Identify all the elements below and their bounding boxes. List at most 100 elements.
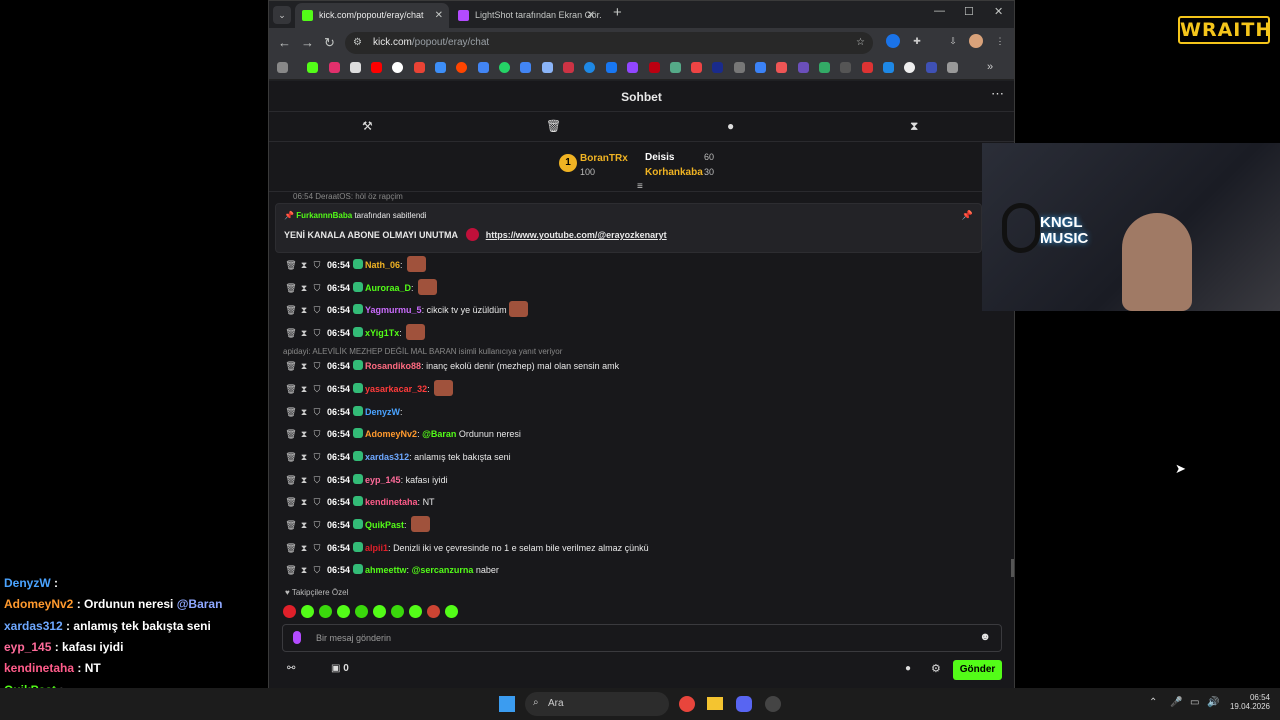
google-bookmark-icon[interactable] bbox=[392, 62, 403, 73]
trash-icon[interactable]: 🗑 bbox=[285, 379, 297, 399]
bookmark-icon[interactable] bbox=[819, 62, 830, 73]
facebook-bookmark-icon[interactable] bbox=[606, 62, 617, 73]
hourglass-icon[interactable]: ⧗ bbox=[298, 300, 310, 320]
trash-icon[interactable]: 🗑 bbox=[285, 492, 297, 512]
message-username[interactable]: ahmeettw bbox=[365, 565, 407, 575]
hourglass-icon[interactable]: ⧗ bbox=[298, 255, 310, 275]
file-explorer-icon[interactable] bbox=[707, 697, 723, 710]
scrollbar[interactable] bbox=[1011, 559, 1014, 577]
chat-bubble-icon[interactable]: ● bbox=[727, 119, 734, 133]
hourglass-icon[interactable]: ⧗ bbox=[298, 470, 310, 490]
hourglass-icon[interactable]: ⧗ bbox=[298, 515, 310, 535]
emote-icon[interactable] bbox=[391, 605, 404, 618]
message-username[interactable]: xardas312 bbox=[365, 452, 409, 462]
bookmark-icon[interactable] bbox=[584, 62, 595, 73]
start-icon[interactable] bbox=[499, 696, 515, 712]
emote-icon[interactable] bbox=[355, 605, 368, 618]
youtube-bookmark-icon[interactable] bbox=[371, 62, 382, 73]
message-username[interactable]: QuikPast bbox=[365, 520, 404, 530]
shield-icon[interactable]: ⛉ bbox=[311, 278, 323, 298]
twitch-bookmark-icon[interactable] bbox=[627, 62, 638, 73]
profile-avatar[interactable] bbox=[969, 34, 983, 48]
bookmark-icon[interactable] bbox=[798, 62, 809, 73]
hourglass-icon[interactable]: ⧗ bbox=[298, 492, 310, 512]
tab-lightshot[interactable]: LightShot tarafından Ekran Gör... ✕ bbox=[451, 3, 601, 28]
bookmark-icon[interactable] bbox=[435, 62, 446, 73]
hourglass-icon[interactable]: ⧗ bbox=[298, 538, 310, 558]
trash-icon[interactable]: 🗑 bbox=[285, 560, 297, 580]
trash-icon[interactable]: 🗑 bbox=[285, 300, 297, 320]
more-bookmarks-icon[interactable]: » bbox=[987, 61, 993, 73]
link-icon[interactable]: ⚯ bbox=[287, 663, 295, 674]
shield-icon[interactable]: ⛉ bbox=[311, 300, 323, 320]
hourglass-icon[interactable]: ⧗ bbox=[298, 424, 310, 444]
pinned-link[interactable]: https://www.youtube.com/@erayozkenaryt bbox=[486, 230, 667, 240]
hourglass-icon[interactable]: ⧗ bbox=[298, 379, 310, 399]
reddit-bookmark-icon[interactable] bbox=[456, 62, 467, 73]
leader-name[interactable]: BoranTRx bbox=[580, 153, 628, 164]
chrome-taskbar-icon[interactable] bbox=[679, 696, 695, 712]
trash-icon[interactable]: 🗑 bbox=[285, 515, 297, 535]
close-window-icon[interactable]: ✕ bbox=[994, 5, 1003, 18]
trash-icon[interactable]: 🗑 bbox=[285, 538, 297, 558]
message-username[interactable]: xYig1Tx bbox=[365, 328, 399, 338]
close-tab-icon[interactable]: ✕ bbox=[587, 3, 595, 28]
shield-icon[interactable]: ⛉ bbox=[311, 323, 323, 343]
message-username[interactable]: Rosandiko88 bbox=[365, 361, 421, 371]
message-username[interactable]: DenyzW bbox=[365, 407, 400, 417]
bookmark-icon[interactable] bbox=[712, 62, 723, 73]
hourglass-icon[interactable]: ⧗ bbox=[298, 278, 310, 298]
trash-icon[interactable]: 🗑 bbox=[285, 323, 297, 343]
shield-icon[interactable]: ⛉ bbox=[311, 538, 323, 558]
message-username[interactable]: alpii1 bbox=[365, 543, 388, 553]
leader-name[interactable]: Korhankaba bbox=[645, 167, 703, 178]
message-username[interactable]: AdomeyNv2 bbox=[365, 429, 417, 439]
kick-bookmark-icon[interactable] bbox=[307, 62, 318, 73]
hourglass-icon[interactable]: ⧗ bbox=[298, 560, 310, 580]
trash-icon[interactable]: 🗑 bbox=[285, 356, 297, 376]
site-info-icon[interactable]: ⚙ bbox=[353, 32, 362, 54]
chat-more-icon[interactable]: ⋯ bbox=[991, 86, 1004, 102]
message-username[interactable]: kendinetaha bbox=[365, 497, 418, 507]
shield-icon[interactable]: ⛉ bbox=[311, 515, 323, 535]
message-username[interactable]: Yagmurmu_5 bbox=[365, 305, 422, 315]
message-mention[interactable]: @Baran bbox=[422, 429, 456, 439]
bookmark-icon[interactable] bbox=[947, 62, 958, 73]
bookmark-icon[interactable] bbox=[926, 62, 937, 73]
message-input[interactable]: Bir mesaj gönderin ☻ bbox=[282, 624, 1002, 652]
trash-icon[interactable]: 🗑 bbox=[285, 447, 297, 467]
apps-grid-icon[interactable] bbox=[277, 62, 288, 73]
settings-icon[interactable]: ⚙ bbox=[931, 662, 941, 675]
message-mention[interactable]: @sercanzurna bbox=[412, 565, 474, 575]
bookmark-icon[interactable] bbox=[670, 62, 681, 73]
mic-tray-icon[interactable]: 🎤 bbox=[1170, 697, 1182, 708]
message-username[interactable]: yasarkacar_32 bbox=[365, 384, 427, 394]
shield-icon[interactable]: ⛉ bbox=[311, 424, 323, 444]
new-tab-icon[interactable]: + bbox=[613, 4, 622, 21]
network-icon[interactable]: ▭ bbox=[1190, 697, 1199, 708]
shield-icon[interactable]: ⛉ bbox=[311, 255, 323, 275]
bookmark-icon[interactable] bbox=[691, 62, 702, 73]
ban-hammer-icon[interactable]: ⚒ bbox=[362, 119, 373, 133]
trash-icon[interactable]: 🗑 bbox=[285, 424, 297, 444]
emote-icon[interactable] bbox=[301, 605, 314, 618]
message-username[interactable]: Nath_06 bbox=[365, 260, 400, 270]
clock[interactable]: 06:54 19.04.2026 bbox=[1228, 693, 1270, 711]
trash-icon[interactable]: 🗑 bbox=[285, 402, 297, 422]
reload-icon[interactable]: ↻ bbox=[324, 35, 335, 51]
bookmark-icon[interactable] bbox=[755, 62, 766, 73]
message-username[interactable]: eyp_145 bbox=[365, 475, 401, 485]
bookmark-icon[interactable] bbox=[649, 62, 660, 73]
minimize-icon[interactable]: — bbox=[934, 5, 945, 17]
trash-icon[interactable]: 🗑 bbox=[285, 255, 297, 275]
bookmark-icon[interactable] bbox=[862, 62, 873, 73]
emote-icon[interactable] bbox=[409, 605, 422, 618]
shield-icon[interactable]: ⛉ bbox=[311, 470, 323, 490]
bookmark-icon[interactable] bbox=[776, 62, 787, 73]
mic-icon[interactable] bbox=[293, 631, 301, 644]
maximize-icon[interactable]: ☐ bbox=[964, 5, 974, 18]
shield-icon[interactable]: ⛉ bbox=[311, 492, 323, 512]
hourglass-icon[interactable]: ⧗ bbox=[298, 323, 310, 343]
search-box[interactable]: ⌕ Ara bbox=[525, 692, 669, 716]
bookmark-star-icon[interactable]: ☆ bbox=[856, 32, 865, 54]
